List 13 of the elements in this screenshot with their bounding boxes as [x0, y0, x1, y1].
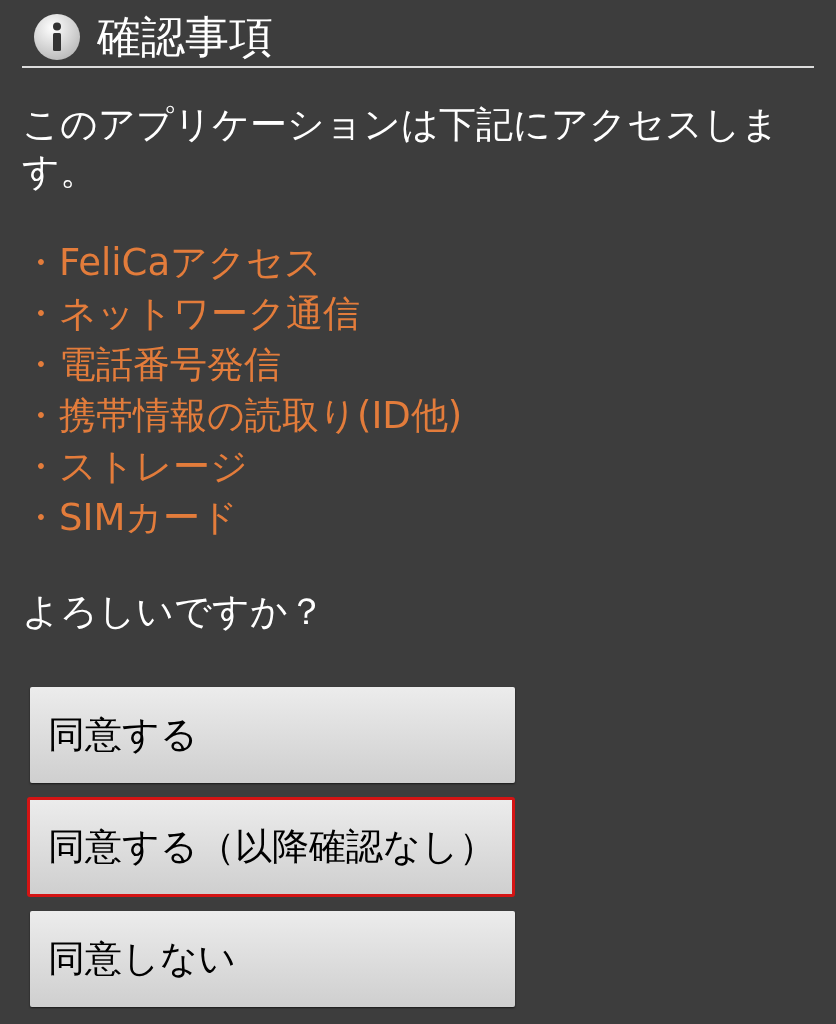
dialog-title: 確認事項: [97, 12, 273, 62]
dialog-button[interactable]: 同意する: [30, 687, 515, 783]
confirm-question: よろしいですか？: [22, 589, 326, 635]
info-icon: [34, 14, 80, 60]
permission-item: ・FeliCaアクセス: [22, 240, 323, 286]
permission-item: ・電話番号発信: [22, 342, 281, 388]
dialog-message: このアプリケーションは下記にアクセスします。: [22, 102, 780, 195]
dialog-button[interactable]: 同意しない: [30, 911, 515, 1007]
permission-item: ・ストレージ: [22, 444, 248, 490]
permission-item: ・SIMカード: [22, 495, 239, 541]
dialog-button[interactable]: 同意する（以降確認なし）: [27, 797, 515, 897]
permission-item: ・ネットワーク通信: [22, 291, 360, 337]
permission-item: ・携帯情報の読取り(ID他): [22, 393, 463, 439]
